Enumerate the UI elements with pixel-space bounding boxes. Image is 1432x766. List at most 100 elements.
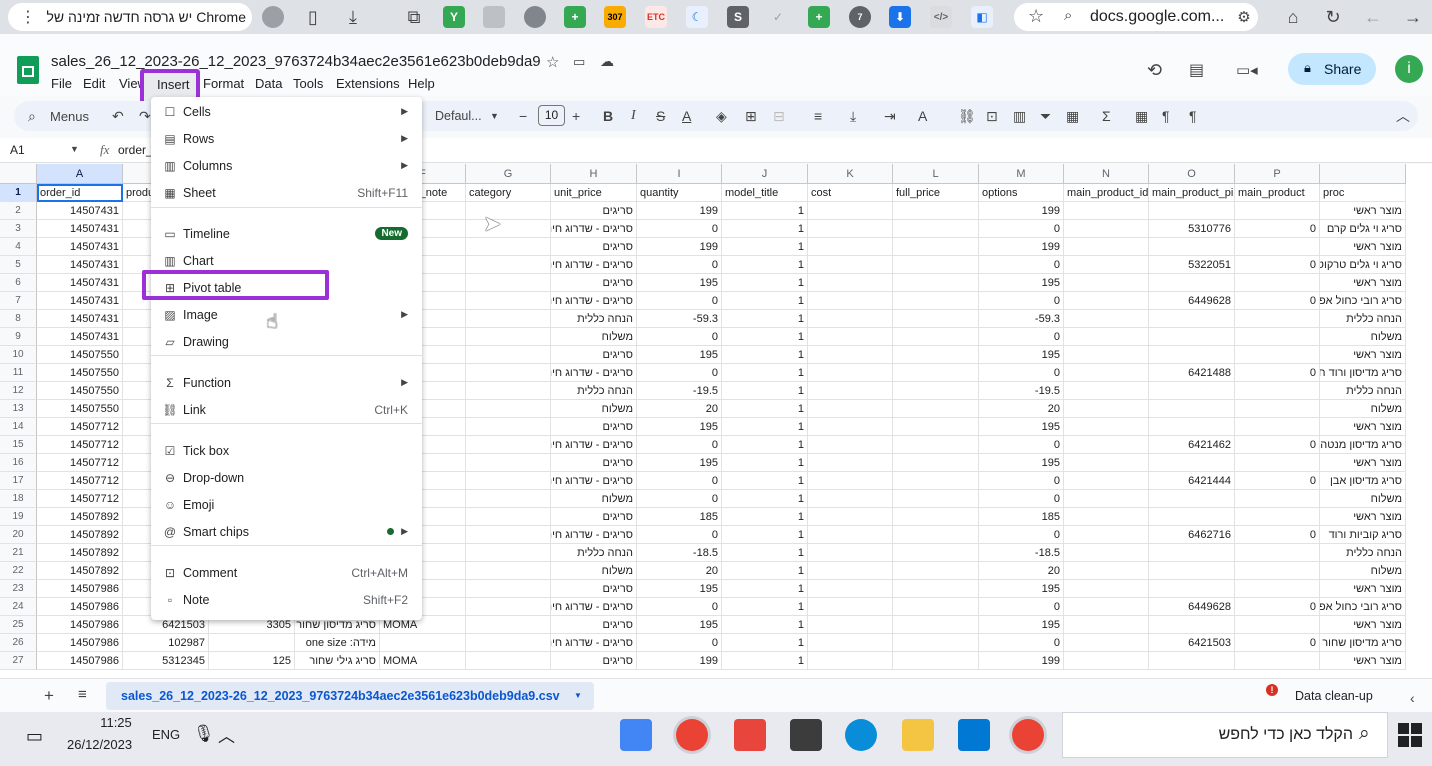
- corner-select-all[interactable]: [0, 164, 37, 184]
- language-indicator[interactable]: ENG: [152, 727, 180, 742]
- grid-cell[interactable]: סריגים - שדרוג חינמי: [551, 598, 637, 616]
- grid-cell[interactable]: 1: [722, 328, 808, 346]
- grid-cell[interactable]: 1: [722, 634, 808, 652]
- row-header[interactable]: 14: [0, 418, 37, 436]
- header-cell[interactable]: category: [466, 184, 551, 202]
- grid-cell[interactable]: MOMA: [380, 652, 466, 670]
- column-header[interactable]: N: [1064, 164, 1149, 184]
- grid-cell[interactable]: [1064, 346, 1149, 364]
- grid-cell[interactable]: 0: [637, 490, 722, 508]
- comments-icon[interactable]: ▤: [1189, 60, 1204, 80]
- menu-item-note[interactable]: ▫ Note Shift+F2: [151, 586, 422, 613]
- table-view-icon[interactable]: ▦: [1066, 108, 1079, 124]
- grid-cell[interactable]: 14507892: [37, 562, 123, 580]
- grid-cell[interactable]: [808, 202, 893, 220]
- grid-cell[interactable]: [808, 472, 893, 490]
- grid-cell[interactable]: [466, 220, 551, 238]
- grid-cell[interactable]: 14507431: [37, 238, 123, 256]
- grid-cell[interactable]: [808, 364, 893, 382]
- grid-cell[interactable]: 1: [722, 238, 808, 256]
- row-header[interactable]: 17: [0, 472, 37, 490]
- grid-cell[interactable]: 14507431: [37, 328, 123, 346]
- grid-cell[interactable]: 14507986: [37, 634, 123, 652]
- grid-cell[interactable]: [466, 400, 551, 418]
- grid-cell[interactable]: [466, 364, 551, 382]
- column-header[interactable]: O: [1149, 164, 1235, 184]
- grid-cell[interactable]: [1235, 544, 1320, 562]
- grid-cell[interactable]: 14507712: [37, 418, 123, 436]
- grid-cell[interactable]: 1: [722, 544, 808, 562]
- grid-cell[interactable]: 6449628: [1149, 292, 1235, 310]
- add-sheet-icon[interactable]: +: [44, 686, 54, 706]
- header-cell[interactable]: main_product_pi: [1149, 184, 1235, 202]
- grid-cell[interactable]: [808, 454, 893, 472]
- row-header[interactable]: 18: [0, 490, 37, 508]
- home-icon[interactable]: ⌂: [1281, 5, 1305, 29]
- grid-cell[interactable]: 1: [722, 598, 808, 616]
- grid-cell[interactable]: [1235, 562, 1320, 580]
- grid-cell[interactable]: 1: [722, 616, 808, 634]
- menu-item-comment[interactable]: ⊡ Comment Ctrl+Alt+M: [151, 559, 422, 586]
- menus-search[interactable]: Menus: [50, 108, 89, 124]
- grid-cell[interactable]: 1: [722, 310, 808, 328]
- grid-cell[interactable]: 195: [979, 454, 1064, 472]
- grid-cell[interactable]: [893, 490, 979, 508]
- row-header[interactable]: 27: [0, 652, 37, 670]
- header-cell[interactable]: unit_price: [551, 184, 637, 202]
- grid-cell[interactable]: [1064, 598, 1149, 616]
- wrap-icon[interactable]: ⇥: [884, 108, 896, 124]
- grid-cell[interactable]: 0: [1235, 472, 1320, 490]
- grid-cell[interactable]: 20: [979, 400, 1064, 418]
- grid-cell[interactable]: סריגים - שדרוג חינמי: [551, 526, 637, 544]
- grid-cell[interactable]: 1: [722, 220, 808, 238]
- grid-cell[interactable]: [1235, 310, 1320, 328]
- side-panel-icon[interactable]: ▯: [301, 5, 325, 29]
- grid-cell[interactable]: 1: [722, 418, 808, 436]
- grid-cell[interactable]: 14507431: [37, 310, 123, 328]
- file-explorer-app-icon[interactable]: [902, 719, 934, 751]
- grid-cell[interactable]: 6462716: [1149, 526, 1235, 544]
- grid-cell[interactable]: 1: [722, 526, 808, 544]
- grid-cell[interactable]: [466, 598, 551, 616]
- freeze-icon[interactable]: ▦: [1135, 108, 1148, 124]
- grid-cell[interactable]: [808, 652, 893, 670]
- grid-cell[interactable]: [893, 508, 979, 526]
- grid-cell[interactable]: [1064, 562, 1149, 580]
- grid-cell[interactable]: -19.5: [979, 382, 1064, 400]
- grid-cell[interactable]: 199: [979, 238, 1064, 256]
- grid-cell[interactable]: סריגים: [551, 454, 637, 472]
- grid-cell[interactable]: [1235, 490, 1320, 508]
- grid-cell[interactable]: -18.5: [637, 544, 722, 562]
- grid-cell[interactable]: סריג מדיסון מנטה: [1320, 436, 1406, 454]
- grid-cell[interactable]: [1064, 220, 1149, 238]
- row-header[interactable]: 3: [0, 220, 37, 238]
- grid-cell[interactable]: 0: [637, 634, 722, 652]
- grid-cell[interactable]: [808, 562, 893, 580]
- grid-cell[interactable]: [893, 652, 979, 670]
- grid-cell[interactable]: 5312345: [123, 652, 209, 670]
- grid-cell[interactable]: סריג מדיסון אבן: [1320, 472, 1406, 490]
- grid-cell[interactable]: סריג וי גלים קרם: [1320, 220, 1406, 238]
- grid-cell[interactable]: 0: [637, 436, 722, 454]
- grid-cell[interactable]: [1149, 418, 1235, 436]
- puzzle-icon[interactable]: ⧉: [402, 5, 426, 29]
- grid-cell[interactable]: 199: [637, 202, 722, 220]
- rtl-icon[interactable]: ¶: [1162, 108, 1170, 124]
- fill-color-icon[interactable]: ◈: [716, 108, 727, 124]
- grid-cell[interactable]: [466, 202, 551, 220]
- menu-tools[interactable]: Tools: [293, 76, 323, 91]
- grid-cell[interactable]: [1064, 364, 1149, 382]
- grid-cell[interactable]: [1064, 292, 1149, 310]
- menu-item-rows[interactable]: ▤ Rows ▶: [151, 125, 422, 152]
- grid-cell[interactable]: 0: [1235, 292, 1320, 310]
- grid-cell[interactable]: [1064, 526, 1149, 544]
- menu-format[interactable]: Format: [203, 76, 244, 91]
- column-header[interactable]: J: [722, 164, 808, 184]
- grid-cell[interactable]: סריגים: [551, 274, 637, 292]
- sheets-logo-icon[interactable]: [17, 56, 39, 84]
- menu-file[interactable]: File: [51, 76, 72, 91]
- grid-cell[interactable]: 1: [722, 436, 808, 454]
- grid-cell[interactable]: סריגים: [551, 508, 637, 526]
- grid-cell[interactable]: 0: [979, 292, 1064, 310]
- grid-cell[interactable]: 14507550: [37, 346, 123, 364]
